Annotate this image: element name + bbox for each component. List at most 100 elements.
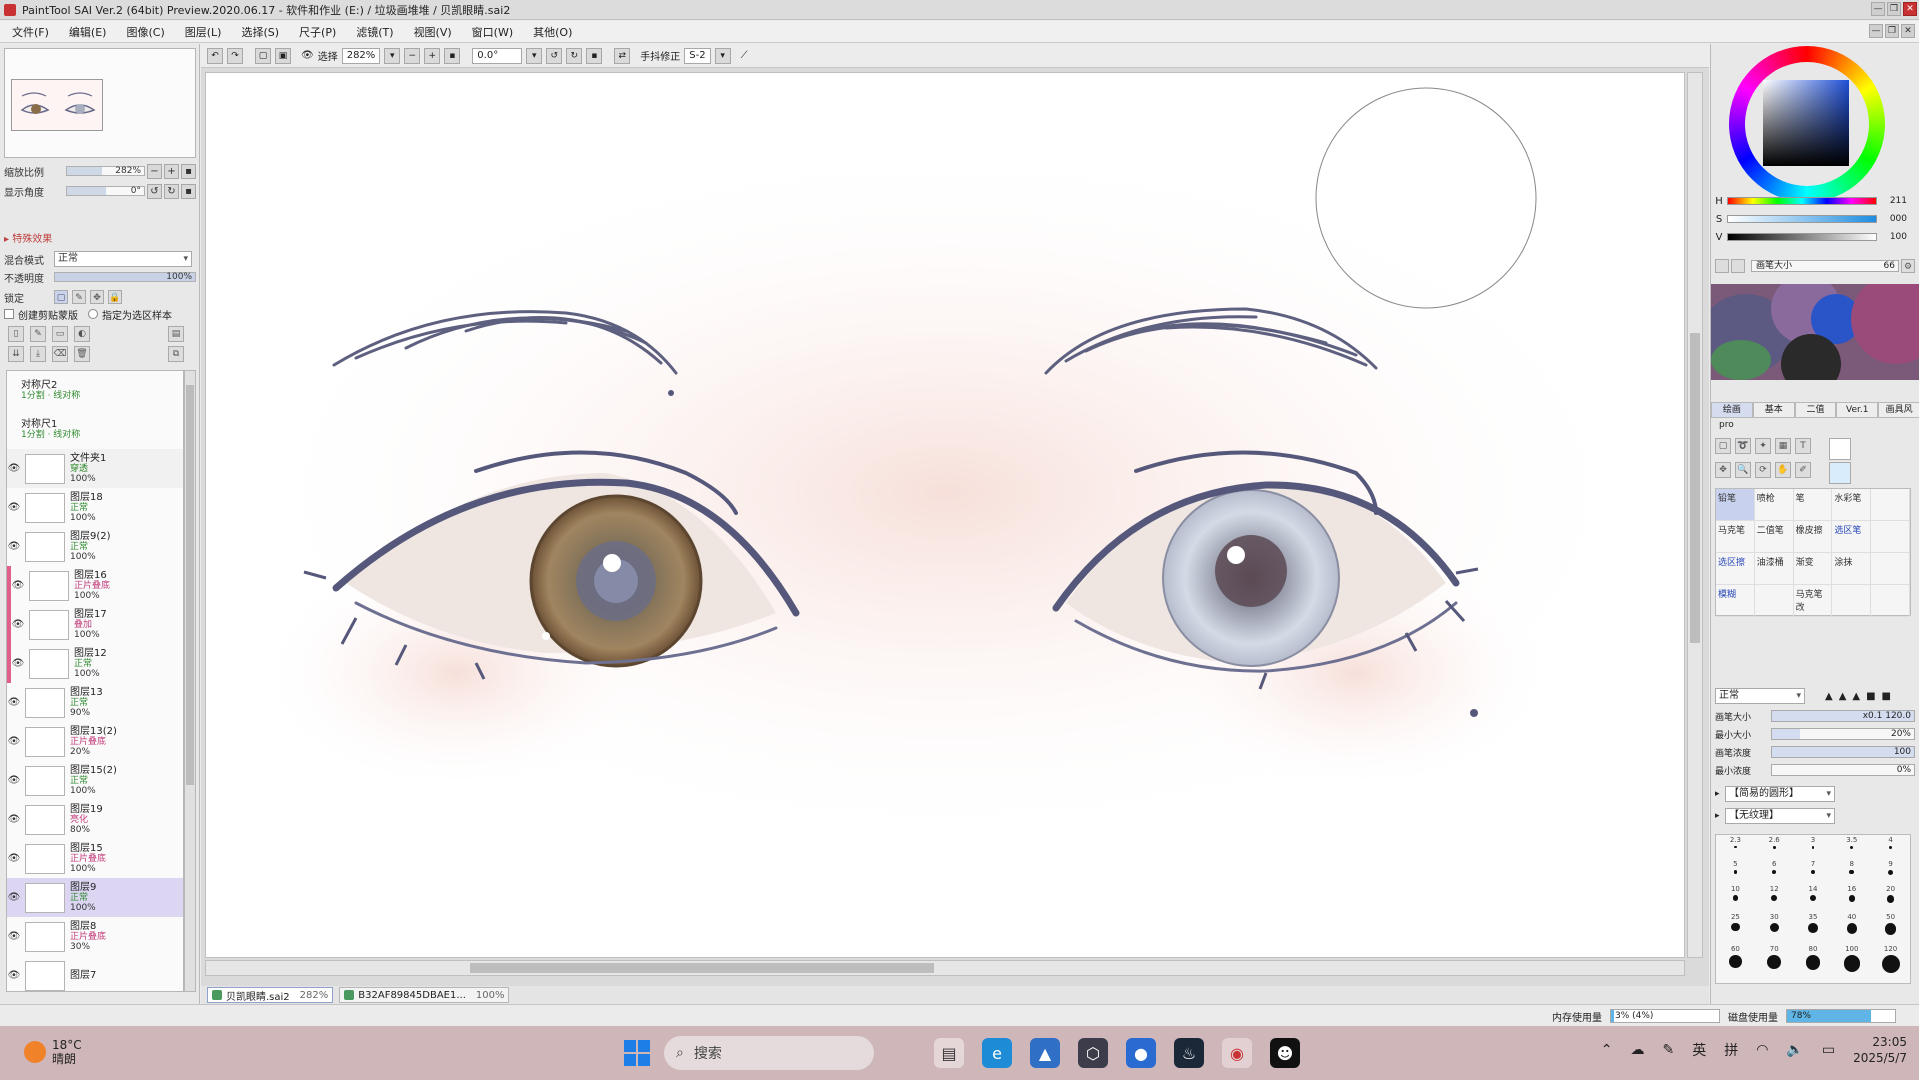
menu-select[interactable]: 选择(S)	[241, 24, 279, 40]
brush-size-preset[interactable]: 3	[1794, 835, 1833, 859]
onedrive-icon[interactable]: ☁	[1630, 1042, 1644, 1058]
layer-select-icon[interactable]: ▦	[1775, 438, 1791, 454]
move-tool-icon[interactable]: ✥	[1715, 462, 1731, 478]
pen-icon[interactable]: ✎	[1662, 1042, 1674, 1058]
layer-row[interactable]: 👁 图层8 正片叠底 30%	[7, 917, 183, 957]
new-mask-icon[interactable]: ◐	[74, 326, 90, 342]
brush-tool-slot[interactable]: 喷枪	[1754, 489, 1794, 521]
text-tool-icon[interactable]: T	[1795, 438, 1811, 454]
brush-size-preset[interactable]: 35	[1794, 912, 1833, 944]
rotate-ccw-icon[interactable]: ↺	[546, 47, 563, 64]
doc-tab[interactable]: B32AF89845DBAE1... 100%	[339, 987, 510, 1003]
brush-tool-slot[interactable]: 马克笔	[1716, 521, 1755, 553]
close-button[interactable]: ✕	[1903, 2, 1917, 16]
rotate-left-button[interactable]: ↺	[147, 183, 162, 199]
merge-down-icon[interactable]: ⤓	[30, 346, 46, 362]
brush-blend-mode-select[interactable]: 正常	[1715, 688, 1805, 704]
redo-icon[interactable]: ↷	[227, 47, 243, 64]
hand-tool-icon[interactable]: ✋	[1775, 462, 1791, 478]
value-slider[interactable]	[1727, 233, 1877, 241]
delete-layer-icon[interactable]: 🗑	[74, 346, 90, 362]
brush-tool-slot[interactable]: 涂抹	[1832, 553, 1872, 585]
brush-tool-slot[interactable]: 二值笔	[1754, 521, 1794, 553]
brush-texture-select[interactable]: 【无纹理】	[1725, 808, 1835, 824]
visibility-eye-icon[interactable]: 👁	[7, 891, 21, 905]
menu-view[interactable]: 视图(V)	[414, 24, 452, 40]
brush-tool-slot[interactable]: 渐变	[1793, 553, 1833, 585]
visibility-eye-icon[interactable]: 👁	[11, 579, 25, 593]
clear-layer-icon[interactable]: ⌫	[52, 346, 68, 362]
palette-settings-icon[interactable]: ⚙	[1901, 259, 1915, 273]
app-icon-dark[interactable]: ⬡	[1078, 1038, 1108, 1068]
angle-dropdown-icon[interactable]: ▾	[526, 47, 543, 64]
layer-row[interactable]: 👁 图层15(2) 正常 100%	[7, 761, 183, 801]
brush-size-preset[interactable]: 120	[1871, 944, 1910, 983]
blend-mode-select[interactable]: 正常	[54, 251, 192, 267]
navigator-panel[interactable]	[4, 48, 196, 158]
angle-field[interactable]: 0.0°	[472, 47, 523, 64]
visibility-eye-icon[interactable]: 👁	[7, 813, 21, 827]
zoom-dropdown-icon[interactable]: ▾	[384, 47, 401, 64]
brush-size-preset[interactable]: 40	[1832, 912, 1871, 944]
opacity-slider[interactable]: 100%	[54, 272, 196, 282]
weather-widget[interactable]: 18°C 晴朗	[24, 1038, 82, 1066]
layer-list-scrollbar[interactable]	[184, 370, 196, 992]
density-slider[interactable]: 100	[1771, 746, 1915, 758]
eyedropper-icon[interactable]: ✐	[1795, 462, 1811, 478]
eye-icon[interactable]: 👁	[301, 50, 314, 61]
saturation-slider[interactable]	[1727, 215, 1877, 223]
qq-icon[interactable]: ☻	[1270, 1038, 1300, 1068]
color-mixer-area[interactable]	[1711, 284, 1919, 380]
menu-file[interactable]: 文件(F)	[12, 24, 49, 40]
brush-shape-select[interactable]: 【简易的圆形】	[1725, 786, 1835, 802]
brush-tool-slot[interactable]: 选区笔	[1832, 521, 1872, 553]
visibility-eye-icon[interactable]: 👁	[7, 930, 21, 944]
brush-size-preset[interactable]: 60	[1716, 944, 1755, 983]
lock-all-icon[interactable]: 🔒	[108, 290, 122, 304]
secondary-color-swatch[interactable]	[1829, 462, 1851, 484]
edge-browser-icon[interactable]: e	[982, 1038, 1012, 1068]
layer-row[interactable]: 👁 图层13(2) 正片叠底 20%	[7, 722, 183, 762]
canvas-horizontal-scroll-thumb[interactable]	[470, 963, 934, 973]
brush-tool-slot[interactable]: 选区擦	[1716, 553, 1755, 585]
visibility-eye-icon[interactable]: 👁	[7, 696, 21, 710]
steam-icon[interactable]: ♨	[1174, 1038, 1204, 1068]
brush-texture-expand-icon[interactable]: ▸	[1715, 811, 1725, 821]
maximize-button[interactable]: ❐	[1887, 2, 1901, 16]
visibility-eye-icon[interactable]: 👁	[11, 618, 25, 632]
brush-tool-slot[interactable]: 橡皮擦	[1793, 521, 1833, 553]
zoom-field[interactable]: 282%	[341, 47, 381, 64]
stabilizer-dropdown-icon[interactable]: ▾	[714, 47, 731, 64]
brush-tool-slot[interactable]: 笔	[1793, 489, 1833, 521]
minimize-button[interactable]: —	[1871, 2, 1885, 16]
layer-panel-menu-icon[interactable]: ⧉	[168, 346, 184, 362]
rotate-reset-icon[interactable]: ▪	[586, 47, 603, 64]
brush-size-preset[interactable]: 8	[1832, 859, 1871, 884]
brush-size-preset[interactable]: 70	[1755, 944, 1794, 983]
tray-overflow-icon[interactable]: ⌃	[1601, 1042, 1613, 1058]
menu-layer[interactable]: 图层(L)	[185, 24, 222, 40]
menu-window[interactable]: 窗口(W)	[472, 24, 513, 40]
selection-source-checkbox[interactable]	[88, 309, 98, 319]
layer-row[interactable]: 👁 图层12 正常 100%	[7, 644, 183, 684]
visibility-eye-icon[interactable]	[7, 384, 21, 398]
menu-other[interactable]: 其他(O)	[533, 24, 572, 40]
layer-options-icon[interactable]: ▤	[168, 326, 184, 342]
lasso-icon[interactable]: ➰	[1735, 438, 1751, 454]
rect-select-icon[interactable]: ▢	[1715, 438, 1731, 454]
brush-shape-expand-icon[interactable]: ▸	[1715, 789, 1725, 799]
brush-size-preset[interactable]: 16	[1832, 884, 1871, 912]
brush-size-preset[interactable]: 2.3	[1716, 835, 1755, 859]
brush-size-preset[interactable]: 25	[1716, 912, 1755, 944]
min-density-slider[interactable]: 0%	[1771, 764, 1915, 776]
clock[interactable]: 23:05 2025/5/7	[1853, 1034, 1907, 1066]
zoom-tool-icon[interactable]: 🔍	[1735, 462, 1751, 478]
toolbar-zoom-out-button[interactable]: −	[404, 47, 421, 64]
doc-restore-button[interactable]: ❐	[1885, 24, 1899, 38]
layer-list-scroll-thumb[interactable]	[186, 385, 194, 785]
lock-paint-icon[interactable]: ✎	[72, 290, 86, 304]
new-layer-icon[interactable]: ▯	[8, 326, 24, 342]
brush-tool-slot[interactable]: 铅笔	[1716, 489, 1755, 521]
layer-folder[interactable]: 👁 文件夹1 穿透 100%	[7, 449, 183, 489]
invert-selection-icon[interactable]: ▣	[275, 47, 291, 64]
